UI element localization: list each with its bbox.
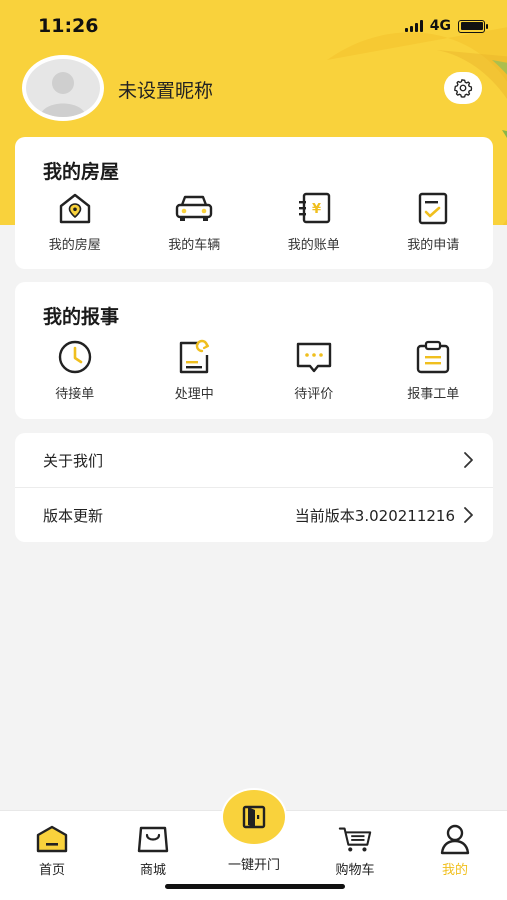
user-icon bbox=[437, 823, 473, 855]
my-reports-grid: 待接单 处理中 待评价 报事工单 bbox=[15, 338, 493, 402]
home-indicator bbox=[165, 884, 345, 889]
tab-mine-label: 我的 bbox=[441, 863, 468, 878]
avatar-placeholder-icon bbox=[26, 59, 100, 117]
current-version: 当前版本3.020211216 bbox=[294, 506, 455, 525]
tab-mine[interactable]: 我的 bbox=[405, 811, 505, 881]
tab-cart-label: 购物车 bbox=[335, 863, 375, 878]
pending-accept-label: 待接单 bbox=[55, 387, 95, 402]
clipboard-icon bbox=[412, 338, 454, 376]
my-bill-item[interactable]: ¥ 我的账单 bbox=[254, 189, 374, 253]
my-bill-label: 我的账单 bbox=[287, 238, 340, 253]
about-us-row[interactable]: 关于我们 bbox=[15, 433, 493, 487]
my-reports-card: 我的报事 待接单 处理中 待评价 报事工单 bbox=[15, 282, 493, 419]
my-car-item[interactable]: 我的车辆 bbox=[135, 189, 255, 253]
bill-icon: ¥ bbox=[293, 189, 335, 227]
battery-icon bbox=[458, 19, 488, 33]
processing-icon bbox=[173, 338, 215, 376]
processing-item[interactable]: 处理中 bbox=[135, 338, 255, 402]
signal-icon bbox=[404, 20, 423, 32]
clock-icon bbox=[54, 338, 96, 376]
tab-home-label: 首页 bbox=[38, 863, 65, 878]
status-indicators: 4G bbox=[404, 18, 488, 34]
home-icon bbox=[34, 823, 70, 855]
my-house-title: 我的房屋 bbox=[43, 161, 120, 183]
version-update-label: 版本更新 bbox=[43, 506, 104, 525]
settings-menu-card: 关于我们 版本更新 当前版本3.020211216 bbox=[15, 433, 493, 542]
chevron-right-icon bbox=[464, 452, 473, 468]
cart-icon bbox=[337, 823, 373, 855]
avatar[interactable] bbox=[22, 55, 104, 121]
comment-icon bbox=[293, 338, 335, 376]
work-order-label: 报事工单 bbox=[407, 387, 460, 402]
application-icon bbox=[412, 189, 454, 227]
car-icon bbox=[173, 189, 215, 227]
my-house-card: 我的房屋 我的房屋 我的车辆 ¥ 我的账单 我的申请 bbox=[15, 137, 493, 269]
one-key-open-circle bbox=[223, 790, 285, 844]
shopping-bag-icon bbox=[135, 823, 171, 855]
about-us-label: 关于我们 bbox=[43, 451, 104, 470]
door-icon bbox=[242, 805, 266, 829]
my-house-item[interactable]: 我的房屋 bbox=[15, 189, 135, 253]
version-update-row[interactable]: 版本更新 当前版本3.020211216 bbox=[15, 488, 493, 542]
my-car-label: 我的车辆 bbox=[168, 238, 221, 253]
my-application-label: 我的申请 bbox=[407, 238, 460, 253]
my-house-label: 我的房屋 bbox=[48, 238, 101, 253]
house-icon bbox=[54, 189, 96, 227]
processing-label: 处理中 bbox=[174, 387, 214, 402]
tab-mall[interactable]: 商城 bbox=[103, 811, 203, 881]
nickname[interactable]: 未设置昵称 bbox=[118, 76, 213, 103]
my-application-item[interactable]: 我的申请 bbox=[374, 189, 494, 253]
svg-text:¥: ¥ bbox=[312, 202, 321, 217]
one-key-open-label: 一键开门 bbox=[227, 858, 280, 873]
work-order-item[interactable]: 报事工单 bbox=[374, 338, 494, 402]
status-time: 11:26 bbox=[38, 15, 99, 37]
my-reports-title: 我的报事 bbox=[43, 306, 120, 328]
network-type: 4G bbox=[429, 18, 451, 34]
gear-icon bbox=[454, 79, 473, 98]
pending-review-label: 待评价 bbox=[294, 387, 334, 402]
settings-button[interactable] bbox=[444, 72, 482, 104]
pending-accept-item[interactable]: 待接单 bbox=[15, 338, 135, 402]
tab-home[interactable]: 首页 bbox=[2, 811, 102, 881]
tab-mall-label: 商城 bbox=[139, 863, 166, 878]
status-bar: 11:26 4G bbox=[0, 0, 507, 52]
pending-review-item[interactable]: 待评价 bbox=[254, 338, 374, 402]
tab-cart[interactable]: 购物车 bbox=[305, 811, 405, 881]
chevron-right-icon bbox=[464, 507, 473, 523]
one-key-open-button[interactable] bbox=[221, 788, 287, 846]
my-house-grid: 我的房屋 我的车辆 ¥ 我的账单 我的申请 bbox=[15, 189, 493, 253]
